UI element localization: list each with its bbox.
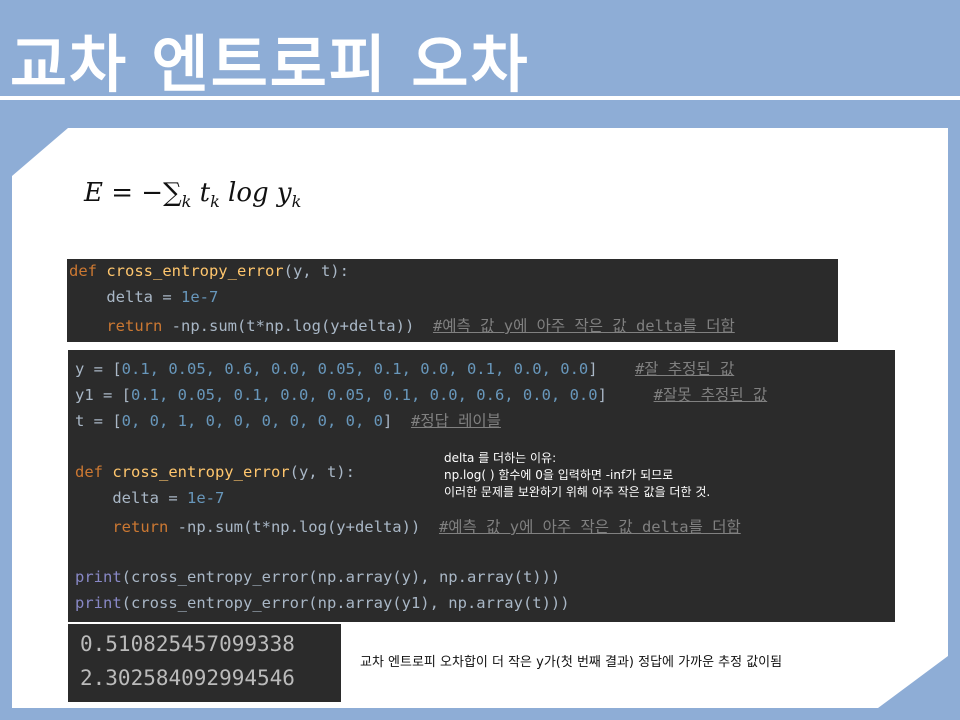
code-line-return-2: return -np.sum(t*np.log(y+delta)) #예측 값 … (75, 515, 741, 537)
cross-entropy-formula: E = −∑k tk log yk (84, 178, 301, 211)
y-comment: #잘 추정된 값 (634, 360, 735, 378)
return-expression-2: -np.sum(t*np.log(y+delta)) (177, 518, 421, 536)
t-values: 0, 0, 1, 0, 0, 0, 0, 0, 0, 0 (121, 412, 383, 430)
return-keyword: return (69, 317, 172, 335)
t-assign: t = [ (75, 412, 122, 430)
print-args-2: (cross_entropy_error(np.array(y1), np.ar… (121, 594, 570, 612)
formula-log-y: log y (219, 178, 292, 208)
y-close: ] (588, 360, 598, 378)
formula-t: t (191, 178, 211, 208)
formula-E: E (84, 178, 103, 208)
return-comment-2: #예측 값 y에 아주 작은 값 delta를 더함 (438, 518, 741, 536)
title-bar: 교차 엔트로피 오차 (0, 0, 960, 101)
formula-equals: = − (102, 178, 164, 208)
function-params-2: (y, t): (289, 463, 355, 481)
console-output: 0.510825457099338 2.302584092994546 (68, 624, 341, 702)
function-name-2: cross_entropy_error (112, 463, 290, 481)
delta-value: 1e-7 (180, 288, 219, 306)
code-line-y: y = [0.1, 0.05, 0.6, 0.0, 0.05, 0.1, 0.0… (75, 357, 734, 379)
def-keyword-2: def (75, 463, 113, 481)
return-keyword-2: return (75, 518, 178, 536)
def-keyword: def (69, 262, 107, 280)
output-result-1: 0.510825457099338 (80, 632, 295, 656)
y-values: 0.1, 0.05, 0.6, 0.0, 0.05, 0.1, 0.0, 0.1… (121, 360, 589, 378)
print-builtin-1: print (75, 568, 122, 586)
delta-value-2: 1e-7 (186, 489, 225, 507)
note-line-1: delta 를 더하는 이유: (444, 451, 557, 465)
y1-comment: #잘못 추정된 값 (653, 386, 768, 404)
note-line-2: np.log( ) 함수에 0을 입력하면 -inf가 되므로 (444, 468, 674, 482)
delta-explanation-note: delta 를 더하는 이유: np.log( ) 함수에 0을 입력하면 -i… (444, 450, 710, 501)
code-line-delta-2: delta = 1e-7 (75, 489, 224, 507)
output-result-2: 2.302584092994546 (80, 666, 295, 690)
y1-values: 0.1, 0.05, 0.1, 0.0, 0.05, 0.1, 0.0, 0.6… (131, 386, 598, 404)
formula-sum: ∑ (163, 178, 182, 208)
code-line-def-2: def cross_entropy_error(y, t): (75, 463, 355, 481)
function-name: cross_entropy_error (106, 262, 284, 280)
t-close: ] (382, 412, 393, 430)
code-line-delta: delta = 1e-7 (69, 288, 218, 306)
y1-assign: y1 = [ (75, 386, 131, 404)
code-line-t: t = [0, 0, 1, 0, 0, 0, 0, 0, 0, 0] #정답 레… (75, 409, 501, 431)
code-line-def: def cross_entropy_error(y, t): (69, 262, 349, 280)
print-args-1: (cross_entropy_error(np.array(y), np.arr… (121, 568, 561, 586)
conclusion-caption: 교차 엔트로피 오차합이 더 작은 y가(첫 번째 결과) 정답에 가까운 추정… (360, 655, 783, 670)
y-assign: y = [ (75, 360, 122, 378)
function-params: (y, t): (283, 262, 349, 280)
code-block-function: def cross_entropy_error(y, t): delta = 1… (67, 259, 838, 342)
formula-y-sub: k (291, 192, 302, 211)
delta-assign: delta = (69, 288, 181, 306)
delta-assign-2: delta = (75, 489, 187, 507)
formula-sum-sub: k (181, 192, 192, 211)
y1-close: ] (597, 386, 607, 404)
return-expression: -np.sum(t*np.log(y+delta)) (171, 317, 415, 335)
slide-title: 교차 엔트로피 오차 (10, 28, 530, 101)
code-line-print-1: print(cross_entropy_error(np.array(y), n… (75, 568, 560, 586)
note-line-3: 이러한 문제를 보완하기 위해 아주 작은 값을 더한 것. (444, 485, 711, 499)
t-comment: #정답 레이블 (410, 412, 501, 430)
code-line-print-2: print(cross_entropy_error(np.array(y1), … (75, 594, 570, 612)
formula-t-sub: k (210, 192, 220, 211)
print-builtin-2: print (75, 594, 122, 612)
code-line-y1: y1 = [0.1, 0.05, 0.1, 0.0, 0.05, 0.1, 0.… (75, 383, 767, 405)
return-comment: #예측 값 y에 아주 작은 값 delta를 더함 (432, 317, 735, 335)
code-line-return: return -np.sum(t*np.log(y+delta)) #예측 값 … (69, 314, 735, 336)
